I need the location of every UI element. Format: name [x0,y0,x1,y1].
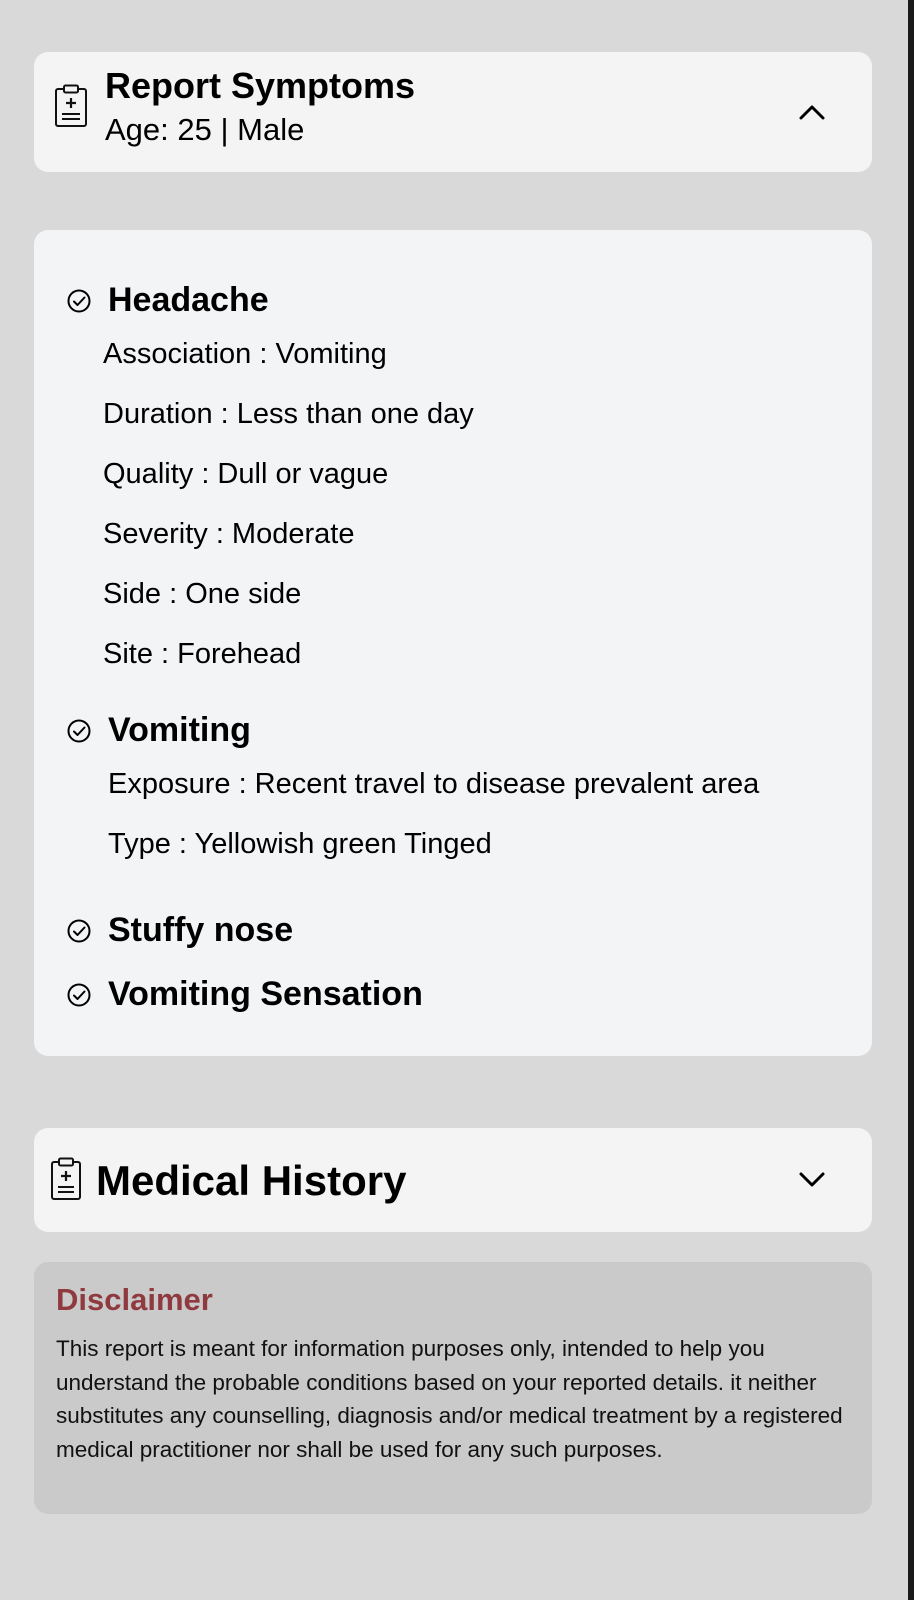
check-circle-icon [67,289,91,313]
symptom-detail: Severity : Moderate [103,518,355,550]
check-circle-icon [67,983,91,1007]
collapse-button[interactable] [792,92,832,132]
disclaimer-text: This report is meant for information pur… [56,1336,843,1462]
check-circle-icon [67,719,91,743]
chevron-up-icon [799,105,825,120]
symptom-title: Vomiting [108,711,251,749]
check-circle-icon [67,919,91,943]
symptom-detail: Side : One side [103,578,302,610]
clipboard-medical-icon [55,84,87,127]
page-title: Report Symptoms [105,65,416,106]
symptom-detail: Duration : Less than one day [103,398,474,430]
symptom-detail: Type : Yellowish green Tinged [108,828,492,860]
disclaimer-title: Disclaimer [56,1282,213,1317]
symptom-title: Vomiting Sensation [108,975,423,1013]
chevron-down-icon [799,1172,825,1187]
symptoms-list: Headache Association : Vomiting Duration… [34,230,872,1056]
patient-age-sex: Age: 25 | Male [105,112,305,147]
symptom-detail: Site : Forehead [103,638,302,670]
disclaimer-box: Disclaimer This report is meant for info… [34,1262,872,1514]
screen-edge-bar [908,0,914,1600]
symptom-title: Headache [108,281,269,319]
medical-history-section[interactable]: Medical History [34,1128,872,1232]
medical-history-title: Medical History [96,1157,407,1204]
report-symptoms-header[interactable]: Report Symptoms Age: 25 | Male [34,52,872,172]
symptom-detail: Quality : Dull or vague [103,458,389,490]
symptom-detail: Association : Vomiting [103,338,387,370]
symptom-title: Stuffy nose [108,911,294,949]
symptom-detail: Exposure : Recent travel to disease prev… [108,768,760,800]
clipboard-medical-icon [51,1157,81,1200]
expand-button[interactable] [792,1160,832,1200]
